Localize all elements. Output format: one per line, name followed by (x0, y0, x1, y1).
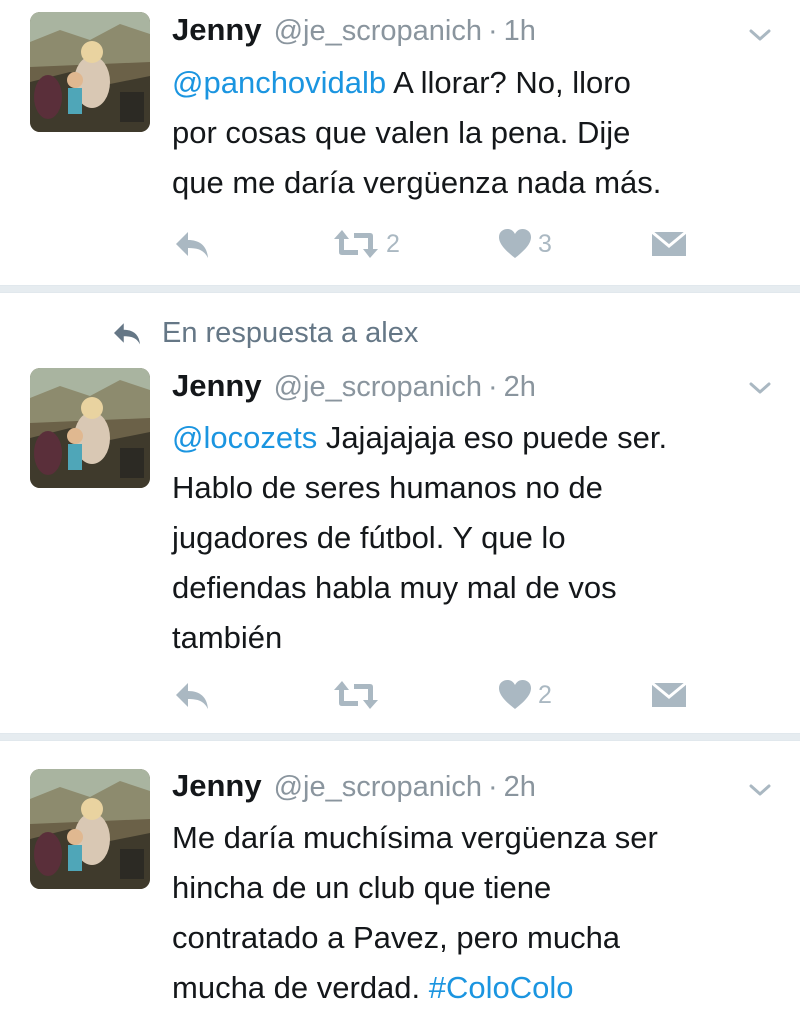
text-line: Me daría muchísima vergüenza ser (172, 820, 658, 855)
text-line: jugadores de fútbol. Y que lo (172, 520, 566, 555)
reply-button[interactable] (172, 675, 212, 715)
tweet-time[interactable]: 2h (504, 371, 536, 404)
text-line: por cosas que valen la pena. Dije (172, 115, 631, 150)
text-line: Hablo de seres humanos no de (172, 470, 603, 505)
separator-dot: · (488, 371, 498, 403)
reply-context-text: En respuesta a alex (162, 316, 419, 349)
retweet-button[interactable]: 2 (332, 224, 400, 264)
tweet-text: Me daría muchísima vergüenza ser hincha … (172, 813, 782, 1013)
like-button[interactable]: 2 (498, 675, 552, 715)
mention-link[interactable]: @panchovidalb (172, 65, 386, 100)
tweet-header: Jenny @je_scropanich · 2h (172, 368, 536, 408)
avatar[interactable] (30, 769, 150, 889)
reply-button[interactable] (172, 224, 212, 264)
tweet-time[interactable]: 2h (504, 771, 536, 804)
user-name[interactable]: Jenny (172, 368, 262, 404)
text-line: mucha de verdad. (172, 970, 429, 1005)
tweet-text: @panchovidalb A llorar? No, lloro por co… (172, 58, 782, 208)
tweet-text: @locozets Jajajajaja eso puede ser. Habl… (172, 413, 782, 663)
user-name[interactable]: Jenny (172, 768, 262, 804)
reply-context[interactable]: En respuesta a alex (110, 313, 418, 353)
dm-icon (651, 681, 687, 707)
reply-context-icon (114, 323, 140, 345)
tweet-time[interactable]: 1h (504, 15, 536, 48)
like-icon (499, 680, 531, 709)
text-line: también (172, 620, 283, 655)
tweet-actions: 2 3 (172, 224, 732, 264)
like-icon (499, 229, 531, 258)
mention-link[interactable]: @locozets (172, 420, 317, 455)
user-handle[interactable]: @je_scropanich (274, 771, 482, 804)
text-line: A llorar? No, lloro (386, 65, 631, 100)
like-count: 2 (538, 680, 552, 709)
reply-icon (176, 683, 208, 709)
text-line: que me daría vergüenza nada más. (172, 165, 662, 200)
separator-dot: · (488, 15, 498, 47)
separator-dot: · (488, 771, 498, 803)
like-button[interactable]: 3 (498, 224, 552, 264)
tweet-2[interactable]: En respuesta a alex Jenny @je_scropanich… (0, 293, 800, 733)
tweet-separator (0, 733, 800, 741)
tweet-separator (0, 285, 800, 293)
like-count: 3 (538, 229, 552, 258)
tweet-3[interactable]: Jenny @je_scropanich · 2h Me daría muchí… (0, 741, 800, 1030)
avatar[interactable] (30, 12, 150, 132)
retweet-count: 2 (386, 229, 400, 258)
tweet-1[interactable]: Jenny @je_scropanich · 1h @panchovidalb … (0, 0, 800, 285)
user-handle[interactable]: @je_scropanich (274, 371, 482, 404)
retweet-button[interactable] (332, 675, 380, 715)
avatar[interactable] (30, 368, 150, 488)
chevron-down-icon[interactable] (745, 20, 775, 50)
user-handle[interactable]: @je_scropanich (274, 15, 482, 48)
reply-icon (176, 232, 208, 258)
chevron-down-icon[interactable] (745, 373, 775, 403)
text-line: defiendas habla muy mal de vos (172, 570, 617, 605)
tweet-actions: 2 (172, 675, 732, 715)
tweet-header: Jenny @je_scropanich · 2h (172, 768, 536, 808)
direct-message-button[interactable] (650, 675, 688, 715)
direct-message-button[interactable] (650, 224, 688, 264)
text-line: Jajajajaja eso puede ser. (317, 420, 668, 455)
dm-icon (651, 230, 687, 256)
hashtag-link[interactable]: #ColoColo (429, 970, 574, 1005)
chevron-down-icon[interactable] (745, 775, 775, 805)
retweet-icon (334, 230, 378, 258)
user-name[interactable]: Jenny (172, 12, 262, 48)
tweet-header: Jenny @je_scropanich · 1h (172, 12, 536, 52)
retweet-icon (334, 681, 378, 709)
text-line: contratado a Pavez, pero mucha (172, 920, 621, 955)
text-line: hincha de un club que tiene (172, 870, 552, 905)
